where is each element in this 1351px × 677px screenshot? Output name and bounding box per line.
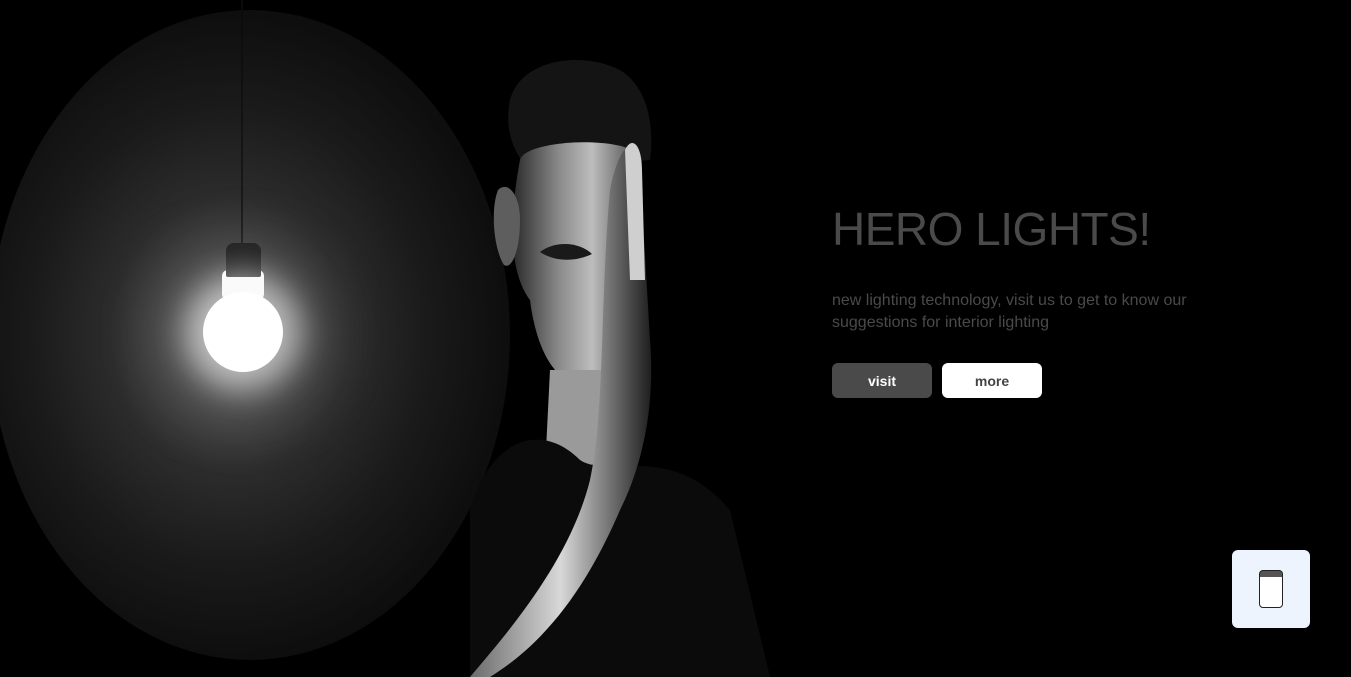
hero-title: HERO LIGHTS! bbox=[832, 203, 1151, 255]
phone-icon bbox=[1259, 570, 1283, 608]
bulb-glass bbox=[203, 292, 283, 372]
hero-section: HERO LIGHTS! new lighting technology, vi… bbox=[0, 0, 1351, 677]
bulb-cord bbox=[241, 0, 243, 246]
device-preview-widget[interactable] bbox=[1232, 550, 1310, 628]
bulb-base bbox=[226, 243, 261, 277]
hero-person-image bbox=[470, 40, 770, 677]
visit-button[interactable]: visit bbox=[832, 363, 932, 398]
hero-description: new lighting technology, visit us to get… bbox=[832, 292, 1187, 331]
more-button[interactable]: more bbox=[942, 363, 1042, 398]
